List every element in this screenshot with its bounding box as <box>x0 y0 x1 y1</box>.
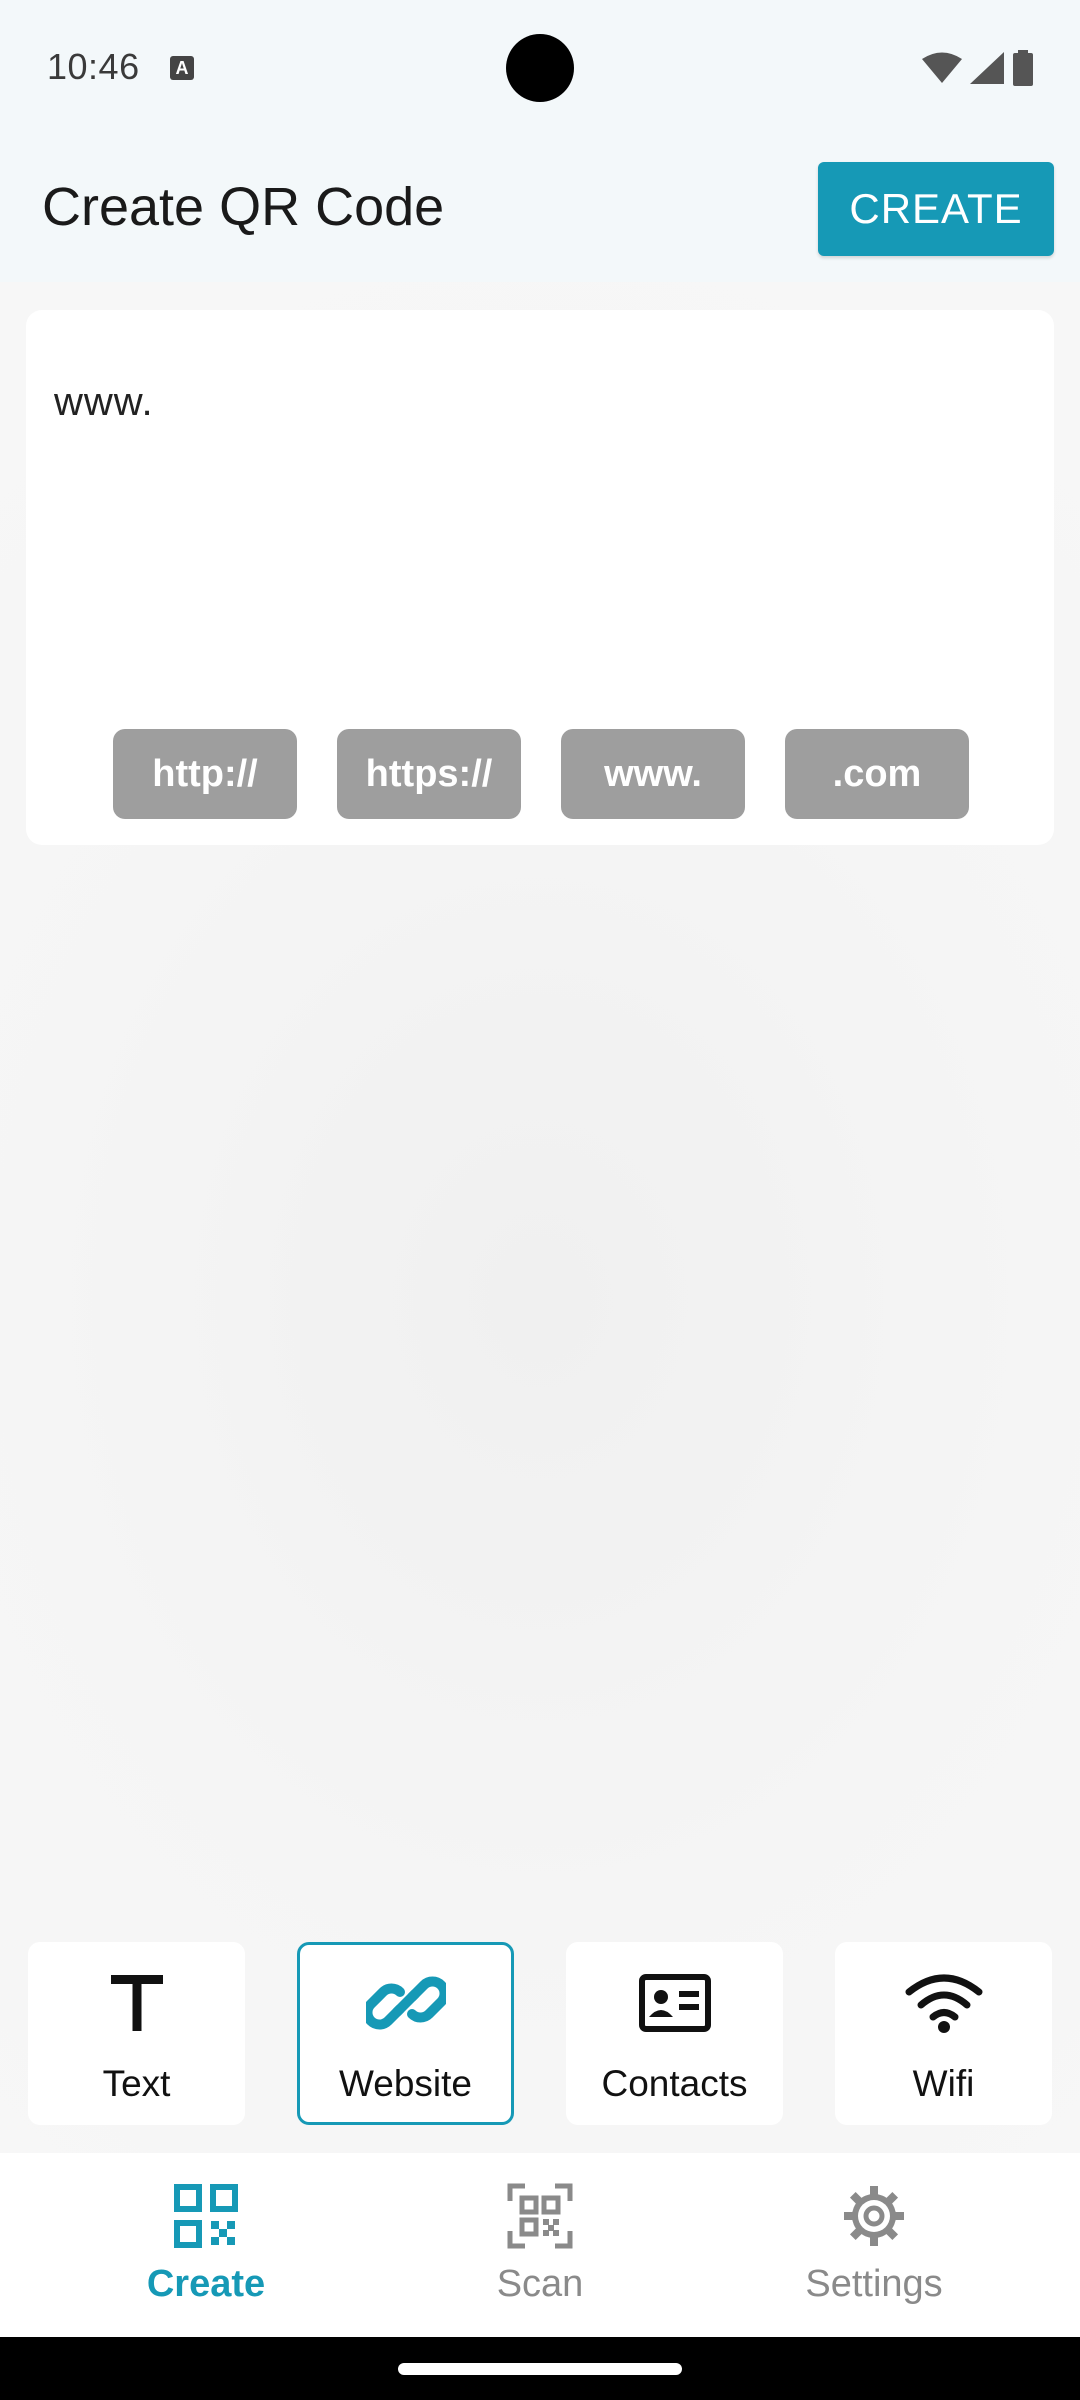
type-text-card[interactable]: Text <box>28 1942 245 2125</box>
notification-icon: A <box>170 56 194 80</box>
nav-create[interactable]: Create <box>26 2153 386 2337</box>
qr-type-selector: Text Website Contacts Wifi <box>28 1942 1052 2125</box>
status-time: 10:46 <box>47 46 140 87</box>
insert-http-button[interactable]: http:// <box>113 729 297 819</box>
nav-scan-label: Scan <box>496 2263 584 2305</box>
home-gesture-handle[interactable] <box>398 2363 682 2375</box>
url-input[interactable] <box>54 372 1024 432</box>
insert-https-button[interactable]: https:// <box>337 729 521 819</box>
url-input-card: http:// https:// www. .com <box>26 310 1054 845</box>
quick-insert-row: http:// https:// www. .com <box>113 729 969 819</box>
nav-create-label: Create <box>146 2263 266 2305</box>
wifi-icon <box>904 1963 984 2043</box>
type-contacts-label: Contacts <box>601 2063 748 2104</box>
type-wifi-label: Wifi <box>912 2063 975 2104</box>
battery-icon <box>1013 50 1033 86</box>
nav-settings[interactable]: Settings <box>694 2153 1054 2337</box>
qr-scan-icon <box>507 2183 573 2249</box>
page-title: Create QR Code <box>42 177 445 237</box>
link-icon <box>365 1963 446 2043</box>
type-website-label: Website <box>339 2063 472 2104</box>
nav-settings-label: Settings <box>805 2263 943 2305</box>
insert-www-button[interactable]: www. <box>561 729 745 819</box>
nav-scan[interactable]: Scan <box>360 2153 720 2337</box>
type-contacts-card[interactable]: Contacts <box>566 1942 783 2125</box>
camera-cutout <box>506 34 574 102</box>
type-website-card[interactable]: Website <box>297 1942 514 2125</box>
app-bar: Create QR Code CREATE <box>0 132 1080 282</box>
type-wifi-card[interactable]: Wifi <box>835 1942 1052 2125</box>
text-icon <box>97 1963 177 2043</box>
qr-code-icon <box>173 2183 239 2249</box>
status-icons <box>922 50 1034 86</box>
status-bar: 10:46 A <box>0 0 1080 132</box>
type-text-label: Text <box>102 2063 171 2104</box>
contact-card-icon <box>635 1963 715 2043</box>
insert-com-button[interactable]: .com <box>785 729 969 819</box>
create-button[interactable]: CREATE <box>818 162 1054 256</box>
bottom-navigation: Create Scan Settings <box>0 2153 1080 2337</box>
wifi-signal-icon <box>922 52 962 83</box>
system-gesture-bar <box>0 2337 1080 2400</box>
cell-signal-icon <box>970 52 1004 84</box>
gear-icon <box>841 2183 907 2249</box>
